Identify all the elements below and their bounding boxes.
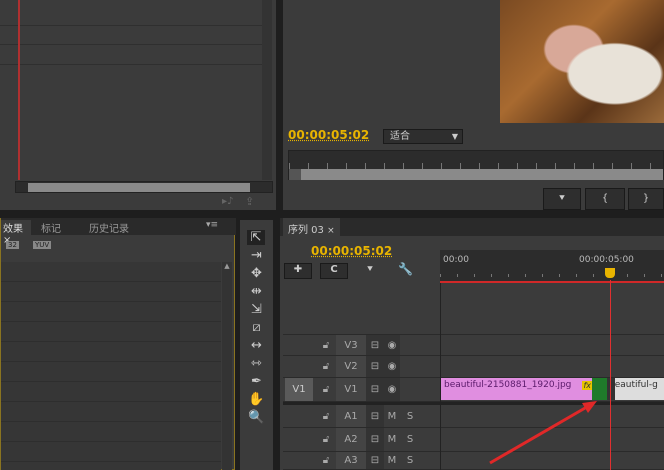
- annotation-arrow: [489, 401, 597, 465]
